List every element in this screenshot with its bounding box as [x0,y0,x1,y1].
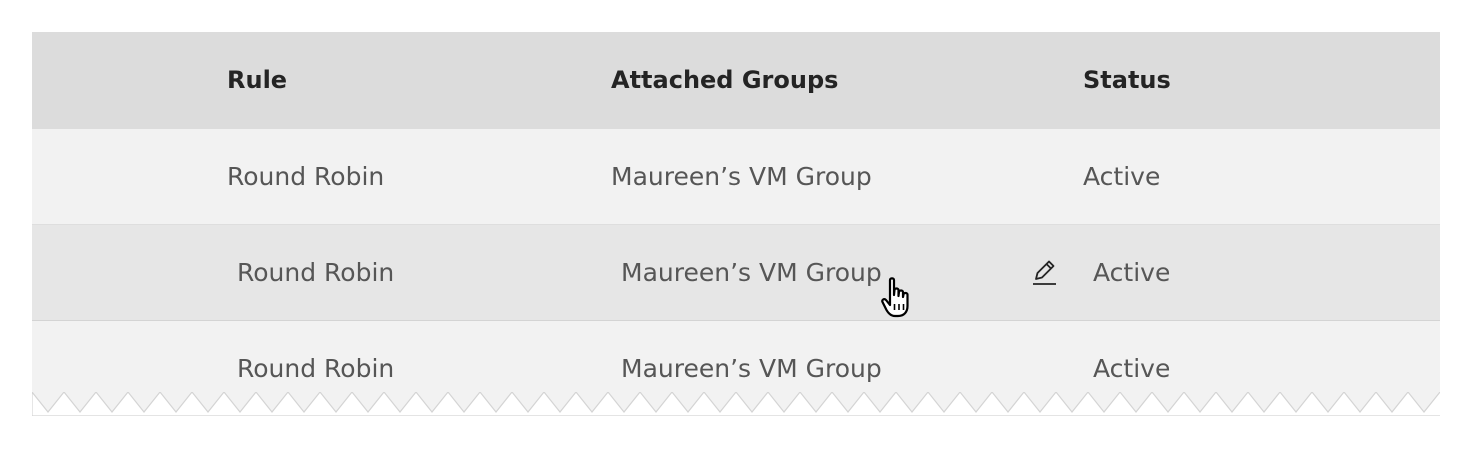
table-header-row: Rule Attached Groups Status [32,32,1440,129]
data-table: Rule Attached Groups Status Round Robin … [32,32,1440,413]
hand-pointer-cursor-icon [880,276,916,322]
cell-status: Active [1093,258,1171,287]
table-row-hovered[interactable]: Round Robin Maureen’s VM Group Active [32,225,1440,321]
cell-attached-groups: Maureen’s VM Group [621,354,882,383]
cell-rule: Round Robin [227,162,385,191]
cell-status: Active [1093,354,1171,383]
cell-status: Active [1083,162,1161,191]
cell-attached-groups[interactable]: Maureen’s VM Group [621,258,882,288]
pencil-icon[interactable] [1030,256,1058,288]
torn-edge-divider [32,392,1440,416]
column-header-status[interactable]: Status [1083,65,1171,95]
cell-attached-groups: Maureen’s VM Group [611,162,872,191]
cell-rule: Round Robin [237,258,395,287]
table-row[interactable]: Round Robin Maureen’s VM Group Active [32,129,1440,225]
cell-rule: Round Robin [237,354,395,383]
column-header-attached-groups[interactable]: Attached Groups [611,65,838,95]
column-header-rule[interactable]: Rule [227,65,287,95]
